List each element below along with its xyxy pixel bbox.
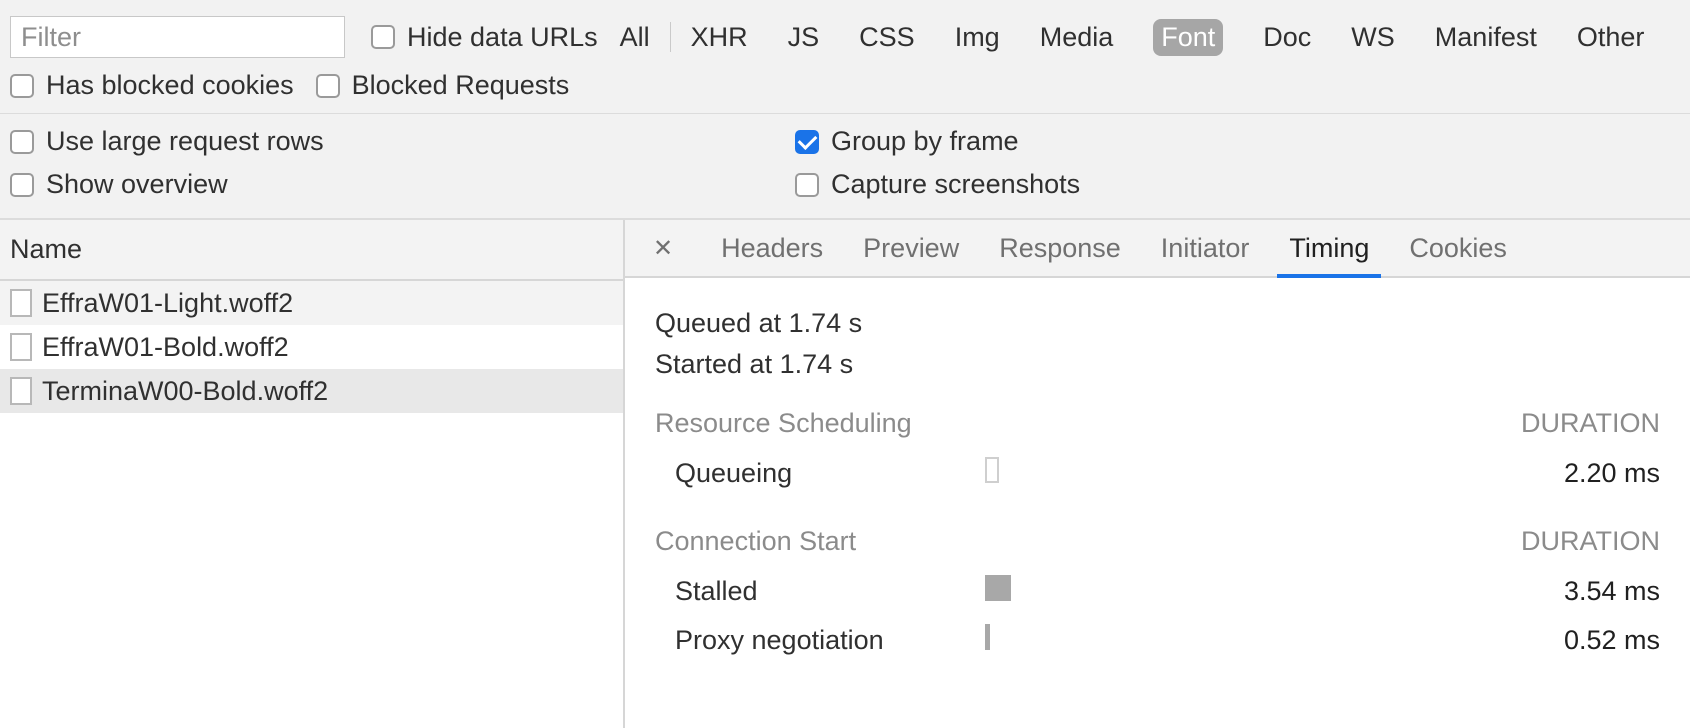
- request-row[interactable]: EffraW01-Bold.woff2: [0, 325, 623, 369]
- request-row[interactable]: TerminaW00-Bold.woff2: [0, 369, 623, 413]
- type-filter-media[interactable]: Media: [1040, 22, 1114, 53]
- metric-label: Stalled: [675, 576, 985, 607]
- metric-bar: [985, 624, 990, 657]
- blocked-requests-checkbox[interactable]: Blocked Requests: [316, 70, 570, 101]
- close-icon[interactable]: ✕: [645, 230, 681, 267]
- checkbox-label: Group by frame: [831, 126, 1019, 157]
- section-title: Resource Scheduling: [655, 408, 912, 439]
- detail-tabs: ✕ Headers Preview Response Initiator Timing C…: [625, 220, 1690, 278]
- tab-preview[interactable]: Preview: [863, 220, 959, 276]
- checkbox-label: Show overview: [46, 169, 228, 200]
- metric-value: 3.54 ms: [1500, 576, 1660, 607]
- type-filter-xhr[interactable]: XHR: [691, 22, 748, 53]
- type-filter-font[interactable]: Font: [1153, 19, 1223, 56]
- type-filter-manifest[interactable]: Manifest: [1435, 22, 1537, 53]
- timing-section: Connection Start DURATION Stalled 3.54 ms Pr…: [655, 526, 1660, 665]
- timing-section: Resource Scheduling DURATION Queueing 2.20 …: [655, 408, 1660, 498]
- hide-data-urls-checkbox[interactable]: Hide data URLs: [371, 22, 598, 53]
- bar-icon: [985, 457, 999, 483]
- bar-icon: [985, 624, 990, 650]
- group-by-frame-checkbox[interactable]: Group by frame: [795, 126, 1019, 157]
- timing-panel: Queued at 1.74 s Started at 1.74 s Resou…: [625, 278, 1690, 685]
- duration-header: DURATION: [1521, 408, 1660, 439]
- use-large-rows-checkbox[interactable]: Use large request rows: [10, 126, 324, 157]
- checkbox-label: Has blocked cookies: [46, 70, 294, 101]
- metric-bar: [985, 575, 1011, 608]
- request-name: EffraW01-Light.woff2: [42, 288, 293, 319]
- duration-header: DURATION: [1521, 526, 1660, 557]
- checkbox-label: Hide data URLs: [407, 22, 598, 53]
- list-header-name[interactable]: Name: [0, 220, 623, 281]
- timing-metric-row: Queueing 2.20 ms: [655, 449, 1660, 498]
- type-filter-img[interactable]: Img: [955, 22, 1000, 53]
- metric-value: 0.52 ms: [1500, 625, 1660, 656]
- checkbox-icon: [10, 173, 34, 197]
- type-filter-all[interactable]: All: [620, 22, 650, 53]
- request-row[interactable]: EffraW01-Light.woff2: [0, 281, 623, 325]
- request-type-filters: All XHR JS CSS Img Media Font Doc WS Manifest Oth…: [620, 19, 1665, 56]
- tab-initiator[interactable]: Initiator: [1161, 220, 1250, 276]
- type-filter-css[interactable]: CSS: [859, 22, 915, 53]
- checkbox-icon: [795, 173, 819, 197]
- checkbox-icon: [795, 130, 819, 154]
- request-name: EffraW01-Bold.woff2: [42, 332, 289, 363]
- filter-input[interactable]: [10, 16, 345, 58]
- file-icon: [10, 289, 32, 317]
- bar-icon: [985, 575, 1011, 601]
- metric-value: 2.20 ms: [1500, 458, 1660, 489]
- request-name: TerminaW00-Bold.woff2: [42, 376, 328, 407]
- separator: [670, 22, 671, 52]
- has-blocked-cookies-checkbox[interactable]: Has blocked cookies: [10, 70, 294, 101]
- tab-response[interactable]: Response: [999, 220, 1121, 276]
- network-main-split: Name EffraW01-Light.woff2 EffraW01-Bold.w…: [0, 220, 1690, 728]
- show-overview-checkbox[interactable]: Show overview: [10, 169, 228, 200]
- queued-at-text: Queued at 1.74 s: [655, 308, 1660, 339]
- section-title: Connection Start: [655, 526, 856, 557]
- network-filter-toolbar: Hide data URLs All XHR JS CSS Img Media Font D…: [0, 0, 1690, 220]
- tab-cookies[interactable]: Cookies: [1409, 220, 1507, 276]
- type-filter-ws[interactable]: WS: [1351, 22, 1395, 53]
- timing-metric-row: Stalled 3.54 ms: [655, 567, 1660, 616]
- type-filter-doc[interactable]: Doc: [1263, 22, 1311, 53]
- started-at-text: Started at 1.74 s: [655, 349, 1660, 380]
- checkbox-icon: [10, 74, 34, 98]
- metric-label: Proxy negotiation: [675, 625, 985, 656]
- tab-timing[interactable]: Timing: [1289, 220, 1369, 276]
- checkbox-icon: [371, 25, 395, 49]
- file-icon: [10, 377, 32, 405]
- checkbox-icon: [10, 130, 34, 154]
- checkbox-label: Use large request rows: [46, 126, 324, 157]
- file-icon: [10, 333, 32, 361]
- checkbox-label: Blocked Requests: [352, 70, 570, 101]
- tab-headers[interactable]: Headers: [721, 220, 823, 276]
- checkbox-icon: [316, 74, 340, 98]
- metric-bar: [985, 457, 999, 490]
- checkbox-label: Capture screenshots: [831, 169, 1080, 200]
- request-list-pane: Name EffraW01-Light.woff2 EffraW01-Bold.w…: [0, 220, 625, 728]
- type-filter-other[interactable]: Other: [1577, 22, 1645, 53]
- capture-screenshots-checkbox[interactable]: Capture screenshots: [795, 169, 1080, 200]
- timing-metric-row: Proxy negotiation 0.52 ms: [655, 616, 1660, 665]
- request-detail-pane: ✕ Headers Preview Response Initiator Timing C…: [625, 220, 1690, 728]
- metric-label: Queueing: [675, 458, 985, 489]
- type-filter-js[interactable]: JS: [788, 22, 820, 53]
